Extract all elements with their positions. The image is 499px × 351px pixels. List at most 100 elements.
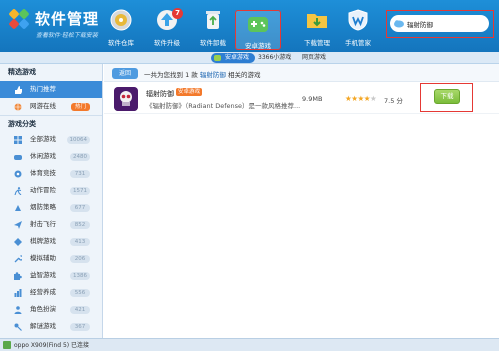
ball-icon [14, 170, 22, 178]
sidebar-item-label: 经营养成 [30, 288, 56, 296]
phone-connected-icon [3, 341, 11, 349]
subtab-web-games[interactable]: 网页游戏 [302, 53, 326, 63]
sidebar-item-online-games[interactable]: 网游在线 热门 [0, 98, 102, 115]
sidebar-item-riddle[interactable]: 解谜游戏 367 [0, 318, 102, 335]
sidebar-item-label: 烟防策略 [30, 203, 56, 211]
category-count: 10064 [66, 136, 90, 144]
sidebar-item-management[interactable]: 经营养成 556 [0, 284, 102, 301]
nav-android-games[interactable]: 安卓游戏 [235, 10, 281, 50]
key-icon [14, 323, 22, 331]
nav-label: 软件升级 [154, 39, 180, 47]
app-logo-icon [9, 9, 29, 29]
sidebar-item-label: 角色扮演 [30, 305, 56, 313]
sidebar-featured-heading: 精选游戏 [8, 68, 36, 76]
strategy-icon [15, 205, 21, 211]
sidebar-item-strategy[interactable]: 烟防策略 677 [0, 199, 102, 216]
sidebar-item-label: 网游在线 [30, 102, 56, 110]
category-count: 556 [70, 289, 90, 297]
subtab-3366-small-games[interactable]: 3366小游戏 [258, 53, 291, 63]
category-count: 677 [70, 204, 90, 212]
back-label: 返回 [118, 70, 131, 77]
sidebar-item-action-adventure[interactable]: 动作冒险 1571 [0, 182, 102, 199]
nav-label: 安卓游戏 [245, 42, 271, 50]
nav-label: 软件卸载 [200, 39, 226, 47]
sidebar-item-label: 热门推荐 [30, 85, 56, 93]
result-summary: 一共为您找到 1 款 辐射防御 相关的游戏 [144, 69, 260, 79]
sidebar-item-all-games[interactable]: 全部游戏 10064 [0, 131, 102, 148]
subtab-label: 安卓游戏 [225, 54, 250, 61]
game-description: 《辐射防御》（Radiant Defense）是一款风格推荐... [146, 102, 301, 110]
category-count: 2480 [70, 153, 90, 161]
radiant-defense-app-icon [114, 87, 138, 111]
nav-software-uninstall[interactable]: 软件卸载 [190, 6, 236, 50]
sidebar-item-puzzle[interactable]: 益智游戏 1386 [0, 267, 102, 284]
sidebar-item-label: 体育竞技 [30, 169, 56, 177]
sidebar-item-label: 模拟辅助 [30, 254, 56, 262]
category-count: 421 [70, 306, 90, 314]
nav-label: 软件仓库 [108, 39, 134, 47]
sidebar-item-label: 动作冒险 [30, 186, 56, 194]
gamepad-icon [248, 17, 268, 32]
sidebar-category-heading: 游戏分类 [0, 115, 102, 131]
nav-phone-steward[interactable]: 手机管家 [335, 6, 381, 50]
puzzle-icon [14, 272, 22, 280]
sidebar: 精选游戏 热门推荐 网游在线 热门 游戏分类 全部游戏 10064 休闲游戏 2… [0, 64, 103, 338]
search-input[interactable] [407, 17, 485, 30]
rating-score: 7.5 分 [384, 97, 403, 105]
category-count: 1386 [70, 272, 90, 280]
sidebar-item-label: 射击飞行 [30, 220, 56, 228]
download-label: 下载 [440, 92, 454, 100]
category-count: 731 [70, 170, 90, 178]
sidebar-item-label: 休闲游戏 [30, 152, 56, 160]
nav-software-store[interactable]: 软件仓库 [98, 6, 144, 50]
sidebar-item-board-card[interactable]: 棋牌游戏 413 [0, 233, 102, 250]
sidebar-item-label: 全部游戏 [30, 135, 56, 143]
status-bar: oppo X909(Find 5) 已连接 [0, 338, 499, 351]
game-title[interactable]: 辐射防御 [146, 89, 174, 99]
hot-badge: 热门 [70, 103, 90, 111]
app-slogan: 查看软件·轻松下载安装 [36, 32, 98, 39]
search-cloud-icon [394, 20, 404, 28]
game-size: 9.9MB [302, 95, 323, 103]
category-count: 413 [70, 238, 90, 246]
game-list-item[interactable]: 辐射防御 安卓游戏 《辐射防御》（Radiant Defense）是一款风格推荐… [104, 83, 499, 114]
nav-label: 手机管家 [345, 39, 371, 47]
back-button[interactable]: 返回 [112, 68, 138, 79]
android-icon [214, 55, 221, 61]
thumbs-up-icon [15, 86, 22, 94]
wrench-icon [14, 255, 22, 263]
download-highlight-frame: 下载 [420, 83, 473, 112]
nav-download-manager[interactable]: 下载管理 [294, 6, 340, 50]
grid-icon [14, 136, 22, 144]
recycle-icon [206, 11, 220, 29]
result-prefix: 一共为您找到 1 款 [144, 71, 198, 79]
subtab-android-games[interactable]: 安卓游戏 [211, 53, 256, 63]
category-count: 367 [70, 323, 90, 331]
cards-icon [14, 238, 22, 246]
plane-icon [14, 221, 22, 229]
game-tag-badge: 安卓游戏 [176, 88, 203, 96]
runner-icon [14, 187, 22, 195]
device-status-text: oppo X909(Find 5) 已连接 [14, 342, 90, 349]
result-keyword: 辐射防御 [199, 71, 226, 79]
star-rating: ★★★★★ [345, 94, 377, 103]
nav-software-upgrade[interactable]: 7 软件升级 [144, 6, 190, 50]
sidebar-item-hot-recommend[interactable]: 热门推荐 [0, 81, 102, 98]
sidebar-item-label: 棋牌游戏 [30, 237, 56, 245]
sidebar-item-role-playing[interactable]: 角色扮演 421 [0, 301, 102, 318]
chart-icon [14, 289, 22, 297]
download-button[interactable]: 下载 [434, 89, 460, 104]
search-box[interactable] [390, 15, 489, 32]
sidebar-item-simulation[interactable]: 模拟辅助 206 [0, 250, 102, 267]
app-title: 软件管理 [35, 10, 100, 28]
app-header: 软件管理 查看软件·轻松下载安装 软件仓库 7 软件升级 软件卸载 安卓游戏 下… [0, 0, 499, 52]
sidebar-item-shooting-flight[interactable]: 射击飞行 852 [0, 216, 102, 233]
sidebar-item-label: 益智游戏 [30, 271, 56, 279]
result-suffix: 相关的游戏 [227, 71, 261, 79]
category-count: 1571 [70, 187, 90, 195]
search-highlight-frame [386, 10, 494, 38]
sidebar-item-sports[interactable]: 体育竞技 731 [0, 165, 102, 182]
sidebar-item-casual-games[interactable]: 休闲游戏 2480 [0, 148, 102, 165]
upgrade-count-badge: 7 [172, 8, 183, 19]
result-bar: 返回 一共为您找到 1 款 辐射防御 相关的游戏 [104, 64, 499, 82]
